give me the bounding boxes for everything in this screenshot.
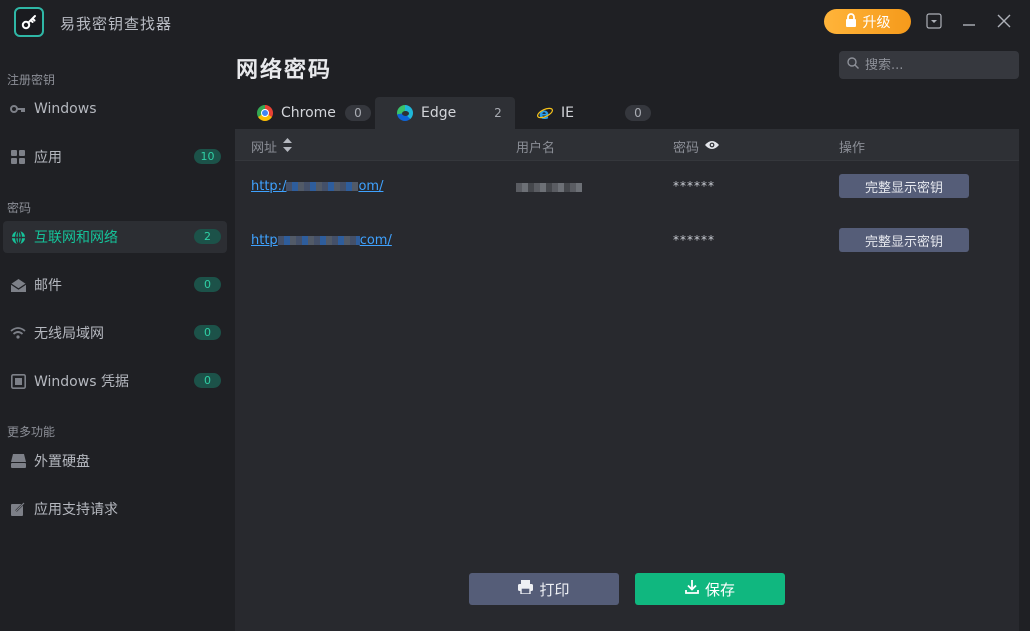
eye-icon[interactable] [705,139,720,154]
close-icon [997,14,1011,28]
menu-dropdown-button[interactable] [925,12,943,30]
show-full-key-button[interactable]: 完整显示密钥 [839,228,969,252]
tab-ie[interactable]: e IE 0 [515,97,655,129]
search-box[interactable] [839,51,1019,79]
section-label-passwords: 密码 [7,201,32,215]
sidebar-item-label: 互联网和网络 [34,230,118,246]
column-label: 密码 [673,141,700,156]
title-bar: 易我密钥查找器 升级 [0,0,1030,44]
search-icon [847,57,859,73]
sidebar-item-label: Windows [34,101,97,117]
edge-icon [397,105,413,121]
globe-icon [10,229,26,245]
print-label: 打印 [539,580,570,599]
redacted-blur [277,236,360,245]
sidebar-item-windows[interactable]: Windows [3,93,227,125]
column-label: 操作 [839,141,866,156]
tab-label: Chrome [281,105,336,121]
sidebar-item-mail[interactable]: 邮件 0 [3,269,227,301]
sidebar-item-label: 外置硬盘 [34,454,90,470]
lock-icon [845,12,857,31]
dropdown-menu-icon [926,13,942,29]
url-link[interactable]: http:/ om/ [251,179,383,194]
count-badge: 10 [194,149,221,164]
sidebar-item-external-drive[interactable]: 外置硬盘 [3,445,227,477]
column-label: 用户名 [516,141,556,156]
minimize-button[interactable] [960,12,978,30]
upgrade-label: 升级 [862,14,891,31]
vault-icon [10,373,26,389]
drive-icon [10,453,26,469]
url-link[interactable]: http com/ [251,233,392,248]
key-icon [10,101,26,117]
sidebar-item-label: 无线局域网 [34,326,104,342]
app-title: 易我密钥查找器 [60,15,173,33]
count-badge: 0 [194,277,221,292]
page-title: 网络密码 [236,58,333,83]
url-text: com/ [359,233,392,248]
column-label: 网址 [251,141,278,156]
table-row: http:/ om/ ****** 完整显示密钥 [235,161,1019,215]
close-button[interactable] [995,12,1013,30]
tab-label: IE [561,105,574,121]
ie-icon: e [537,105,553,121]
apps-grid-icon [10,149,26,165]
redacted-blur [286,182,359,191]
minimize-icon [963,24,975,26]
show-full-key-button[interactable]: 完整显示密钥 [839,174,969,198]
wifi-icon [10,325,26,341]
count-badge: 0 [194,325,221,340]
password-table: 网址 用户名 密码 操作 http:/ om/ ****** 完整显示密钥 htt… [235,129,1019,631]
svg-text:e: e [539,105,549,121]
save-button[interactable]: 保存 [635,573,785,605]
save-label: 保存 [704,580,735,599]
sidebar-item-wifi[interactable]: 无线局域网 0 [3,317,227,349]
sidebar-item-windows-credentials[interactable]: Windows 凭据 0 [3,365,227,397]
mail-icon [10,277,26,293]
column-header-action: 操作 [839,137,865,156]
app-logo-key-icon [14,7,44,37]
column-header-url[interactable]: 网址 [251,137,293,156]
tab-count: 2 [494,106,502,120]
column-header-username: 用户名 [516,137,555,156]
tab-label: Edge [421,105,457,121]
print-button[interactable]: 打印 [469,573,619,605]
tab-chrome[interactable]: Chrome 0 [235,97,375,129]
tab-edge[interactable]: Edge 2 [375,97,515,129]
url-text: om/ [358,179,384,194]
chrome-icon [257,105,273,121]
download-icon [685,580,699,598]
column-header-password: 密码 [673,137,720,156]
redacted-username [516,183,582,192]
upgrade-button[interactable]: 升级 [824,9,911,34]
sidebar-item-label: Windows 凭据 [34,374,129,390]
sidebar-item-label: 应用支持请求 [34,502,118,518]
sidebar-item-label: 邮件 [34,278,62,294]
search-input[interactable] [865,57,1005,73]
count-badge: 0 [194,373,221,388]
sidebar-item-apps[interactable]: 应用 10 [3,141,227,173]
edit-icon [10,501,26,517]
table-row: http com/ ****** 完整显示密钥 [235,215,1019,269]
table-header: 网址 用户名 密码 操作 [235,129,1019,161]
password-value: ****** [673,179,715,193]
count-badge: 2 [194,229,221,244]
url-text: http [251,233,278,248]
url-text: http:/ [251,179,287,194]
sidebar-item-app-support-request[interactable]: 应用支持请求 [3,493,227,525]
sidebar-item-label: 应用 [34,150,62,166]
section-label-registration-keys: 注册密钥 [7,73,56,87]
sort-icon[interactable] [283,137,293,156]
tab-count: 0 [345,105,371,121]
sidebar-item-internet-network[interactable]: 互联网和网络 2 [3,221,227,253]
printer-icon [518,580,534,598]
password-value: ****** [673,233,715,247]
tab-count: 0 [625,105,651,121]
section-label-more-features: 更多功能 [7,425,56,439]
